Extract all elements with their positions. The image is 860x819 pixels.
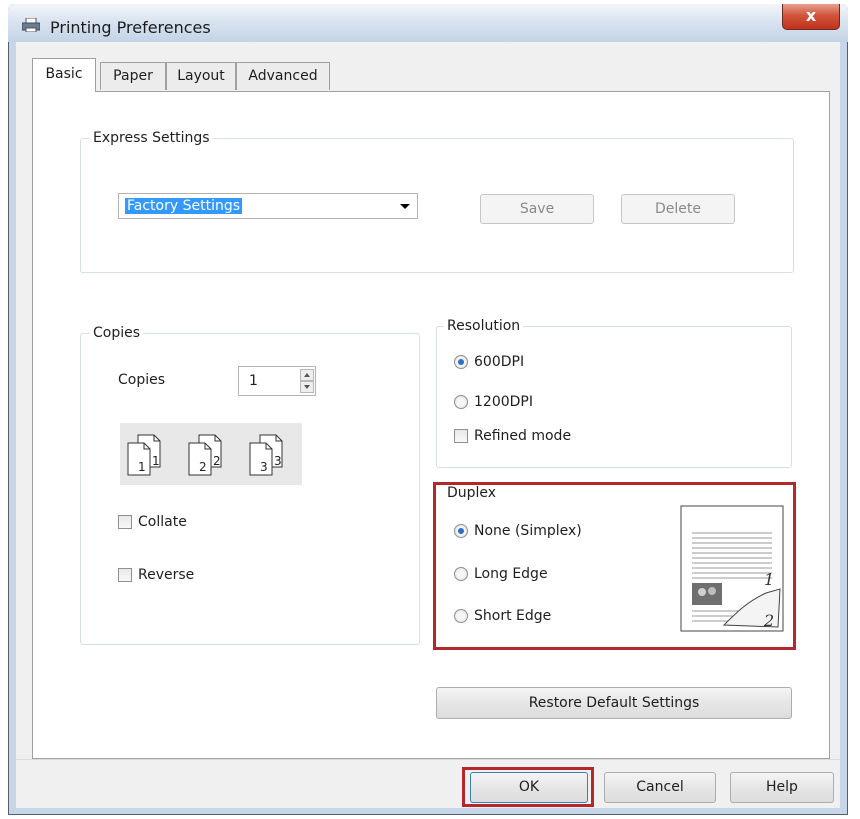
duplex-preview-icon: 1 2 <box>680 505 784 632</box>
collate-label: Collate <box>138 514 187 530</box>
spin-down-button[interactable] <box>300 381 314 393</box>
copies-spinner[interactable]: 1 <box>238 366 316 396</box>
svg-text:2: 2 <box>763 611 774 630</box>
express-settings-selected: Factory Settings <box>125 198 243 214</box>
ok-highlight-box <box>462 767 594 807</box>
radio-button[interactable] <box>454 609 468 623</box>
copies-field-label: Copies <box>118 372 166 388</box>
express-settings-label: Express Settings <box>90 129 213 147</box>
radio-button[interactable] <box>454 395 468 409</box>
duplex-group-label: Duplex <box>447 485 497 501</box>
checkbox-box[interactable] <box>118 568 132 582</box>
tab-advanced[interactable]: Advanced <box>236 62 330 90</box>
help-button[interactable]: Help <box>730 772 834 803</box>
dropdown-arrow-icon <box>400 204 410 209</box>
cancel-button[interactable]: Cancel <box>604 772 716 803</box>
copies-value: 1 <box>249 373 258 389</box>
resolution-group-label: Resolution <box>444 317 524 335</box>
radio-label: 1200DPI <box>474 394 533 410</box>
window-title: Printing Preferences <box>50 18 211 37</box>
save-button[interactable]: Save <box>480 194 594 224</box>
radio-label: 600DPI <box>474 354 525 370</box>
radio-label: None (Simplex) <box>474 523 582 539</box>
radio-label: Short Edge <box>474 608 552 624</box>
svg-text:3: 3 <box>260 460 268 474</box>
svg-text:1: 1 <box>764 570 774 589</box>
close-button[interactable]: x <box>782 4 840 30</box>
checkbox-box[interactable] <box>118 515 132 529</box>
radio-label: Long Edge <box>474 566 548 582</box>
express-settings-dropdown[interactable]: Factory Settings <box>118 193 418 219</box>
footer-separator <box>16 759 840 760</box>
radio-button[interactable] <box>454 355 468 369</box>
arrow-up-icon <box>304 373 310 377</box>
printer-icon <box>22 18 40 32</box>
reverse-label: Reverse <box>138 567 195 583</box>
arrow-down-icon <box>304 385 310 389</box>
checkbox-box[interactable] <box>454 429 468 443</box>
page-stack-icon: 3 3 <box>249 434 283 476</box>
tab-paper[interactable]: Paper <box>100 62 166 90</box>
svg-text:2: 2 <box>199 460 207 474</box>
collate-illustration: 1 1 2 2 3 3 <box>120 423 302 485</box>
restore-defaults-button[interactable]: Restore Default Settings <box>436 687 792 719</box>
tab-layout[interactable]: Layout <box>166 62 236 90</box>
svg-text:1: 1 <box>138 460 146 474</box>
copies-group-label: Copies <box>90 324 144 342</box>
svg-text:3: 3 <box>274 454 282 468</box>
page-stack-icon: 1 1 <box>127 434 161 476</box>
svg-text:2: 2 <box>213 454 221 468</box>
page-stack-icon: 2 2 <box>188 434 222 476</box>
delete-button[interactable]: Delete <box>621 194 735 224</box>
tab-basic[interactable]: Basic <box>32 58 96 92</box>
spin-up-button[interactable] <box>300 369 314 381</box>
svg-text:1: 1 <box>152 454 160 468</box>
refined-mode-label: Refined mode <box>474 428 572 444</box>
radio-button[interactable] <box>454 567 468 581</box>
radio-button[interactable] <box>454 524 468 538</box>
